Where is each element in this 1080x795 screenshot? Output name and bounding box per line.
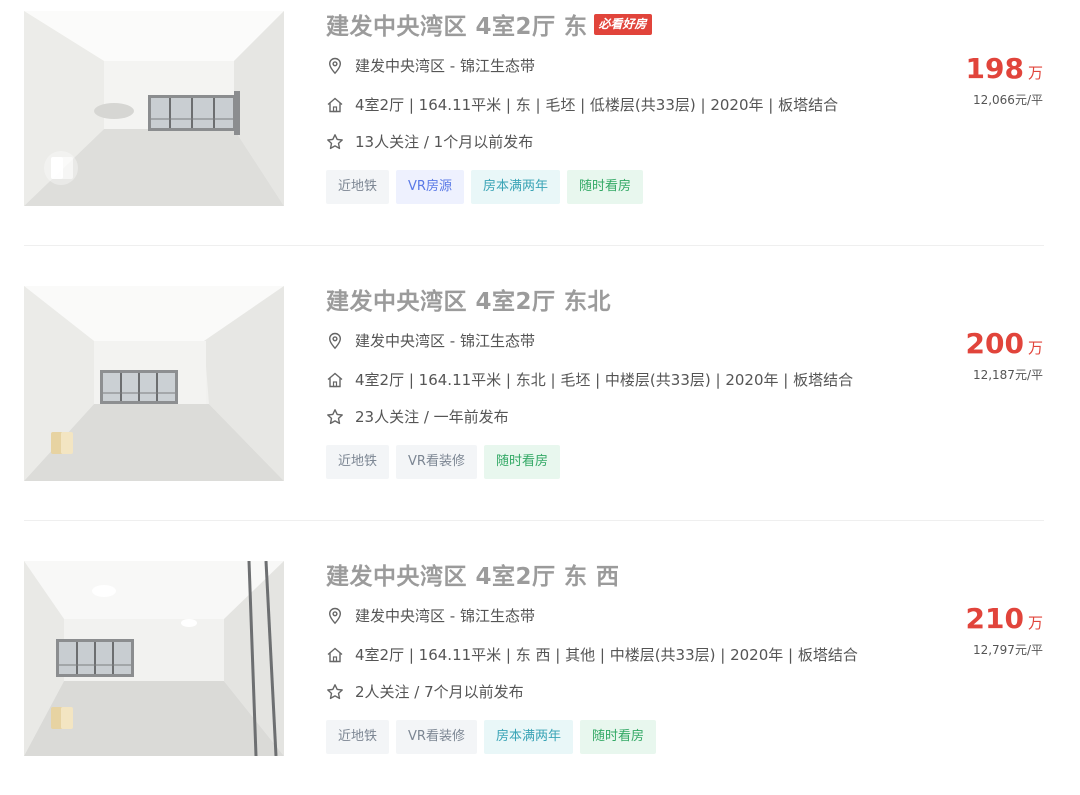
vr-cube-icon[interactable] — [44, 701, 78, 735]
listing-photo[interactable] — [24, 286, 284, 481]
house-info: 4室2厅 | 164.11平米 | 东北 | 毛坯 | 中楼层(共33层) | … — [355, 371, 854, 389]
tag-list: 近地铁 VR看装修 随时看房 — [326, 445, 560, 479]
price-unit: 万 — [1027, 614, 1043, 632]
tag: VR看装修 — [396, 445, 477, 479]
tag: 随时看房 — [566, 170, 643, 204]
tag-list: 近地铁 VR房源 房本满两年 随时看房 — [326, 170, 643, 204]
tag: 近地铁 — [326, 720, 390, 754]
tag-list: 近地铁 VR看装修 房本满两年 随时看房 — [326, 720, 656, 754]
location-pin-icon — [326, 607, 344, 625]
location-link[interactable]: 建发中央湾区 - 锦江生态带 — [355, 55, 535, 76]
tag: 近地铁 — [326, 170, 390, 204]
tag: 房本满两年 — [483, 720, 573, 754]
location-link[interactable]: 建发中央湾区 - 锦江生态带 — [355, 605, 535, 626]
listing-title[interactable]: 建发中央湾区 4室2厅 东 — [326, 7, 588, 41]
house-icon — [326, 96, 344, 114]
price-box: 210 万 12,797元/平 — [966, 602, 1043, 658]
tag: VR房源 — [396, 170, 464, 204]
location-link[interactable]: 建发中央湾区 - 锦江生态带 — [355, 330, 535, 351]
house-icon — [326, 646, 344, 664]
follow-info: 2人关注 / 7个月以前发布 — [355, 683, 524, 701]
listing-photo[interactable] — [24, 561, 284, 756]
total-price: 210 — [965, 602, 1024, 635]
total-price: 200 — [965, 327, 1024, 360]
divider — [24, 520, 1044, 521]
star-icon — [326, 683, 344, 701]
listing-card[interactable]: 建发中央湾区 4室2厅 东 西 建发中央湾区 - 锦江生态带 4室2厅 | 16… — [0, 550, 1080, 780]
follow-info: 23人关注 / 一年前发布 — [355, 408, 509, 426]
location-pin-icon — [326, 332, 344, 350]
tag: VR看装修 — [396, 720, 477, 754]
listing-card[interactable]: 建发中央湾区 4室2厅 东北 建发中央湾区 - 锦江生态带 4室2厅 | 164… — [0, 275, 1080, 505]
price-box: 198 万 12,066元/平 — [966, 52, 1043, 108]
house-info: 4室2厅 | 164.11平米 | 东 西 | 其他 | 中楼层(共33层) |… — [355, 646, 858, 664]
unit-price: 12,066元/平 — [972, 93, 1043, 107]
star-icon — [326, 408, 344, 426]
must-see-badge: 必看好房 — [593, 13, 652, 35]
tag: 房本满两年 — [470, 170, 560, 204]
tag: 随时看房 — [579, 720, 656, 754]
listing-title[interactable]: 建发中央湾区 4室2厅 东北 — [326, 282, 611, 316]
house-icon — [326, 371, 344, 389]
tag: 近地铁 — [326, 445, 390, 479]
follow-info: 13人关注 / 1个月以前发布 — [355, 133, 534, 151]
listing-title[interactable]: 建发中央湾区 4室2厅 东 西 — [326, 557, 620, 591]
location-pin-icon — [326, 57, 344, 75]
vr-cube-icon[interactable] — [44, 426, 78, 460]
total-price: 198 — [965, 52, 1024, 85]
listing-list: 建发中央湾区 4室2厅 东 必看好房 建发中央湾区 - 锦江生态带 4室2厅 |… — [0, 0, 1080, 795]
divider — [24, 245, 1044, 246]
vr-cube-icon[interactable] — [44, 151, 78, 185]
unit-price: 12,187元/平 — [972, 368, 1043, 382]
price-unit: 万 — [1027, 339, 1043, 357]
listing-card[interactable]: 建发中央湾区 4室2厅 东 必看好房 建发中央湾区 - 锦江生态带 4室2厅 |… — [0, 0, 1080, 230]
price-box: 200 万 12,187元/平 — [966, 327, 1043, 383]
listing-photo[interactable] — [24, 11, 284, 206]
price-unit: 万 — [1027, 64, 1043, 82]
tag: 随时看房 — [483, 445, 560, 479]
unit-price: 12,797元/平 — [972, 643, 1043, 657]
star-icon — [326, 133, 344, 151]
house-info: 4室2厅 | 164.11平米 | 东 | 毛坯 | 低楼层(共33层) | 2… — [355, 96, 839, 114]
